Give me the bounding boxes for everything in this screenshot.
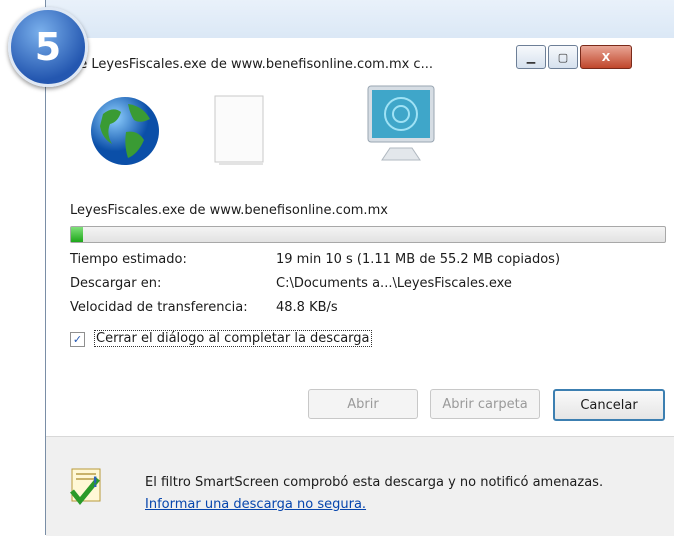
transfer-speed-value: 48.8 KB/s (276, 300, 338, 315)
monitor-icon (367, 85, 435, 161)
smartscreen-message: El filtro SmartScreen comprobó esta desc… (145, 475, 604, 490)
close-on-complete-checkbox[interactable]: ✓ (70, 332, 85, 347)
download-progress-bar (70, 226, 666, 243)
download-to-value: C:\Documents a...\LeyesFiscales.exe (276, 276, 512, 291)
close-on-complete-label[interactable]: Cerrar el diálogo al completar la descar… (94, 330, 372, 347)
report-unsafe-download-link[interactable]: Informar una descarga no segura. (145, 497, 366, 512)
title-bar[interactable] (46, 0, 674, 38)
open-button[interactable]: Abrir (308, 389, 418, 419)
svg-text:!: ! (92, 475, 98, 491)
window-title: de LeyesFiscales.exe de www.benefisonlin… (71, 57, 433, 72)
estimated-time-label: Tiempo estimado: (70, 252, 187, 267)
globe-icon (91, 97, 159, 165)
open-folder-button[interactable]: Abrir carpeta (430, 389, 540, 419)
minimize-button[interactable]: ▁ (516, 45, 546, 69)
close-button[interactable]: X (580, 45, 632, 69)
smartscreen-shield-icon: ! (70, 468, 101, 505)
progress-fill (71, 227, 83, 242)
document-icon (214, 95, 264, 165)
cancel-button[interactable]: Cancelar (553, 389, 665, 421)
maximize-button[interactable]: ▢ (548, 45, 578, 69)
download-filename: LeyesFiscales.exe de www.benefisonline.c… (70, 203, 388, 218)
transfer-speed-label: Velocidad de transferencia: (70, 300, 248, 315)
window-controls: ▁ ▢ X (516, 45, 634, 69)
smartscreen-footer: ! El filtro SmartScreen comprobó esta de… (46, 436, 674, 536)
download-to-label: Descargar en: (70, 276, 162, 291)
step-number-badge: 5 (8, 7, 88, 87)
estimated-time-value: 19 min 10 s (1.11 MB de 55.2 MB copiados… (276, 252, 561, 267)
download-dialog: de LeyesFiscales.exe de www.benefisonlin… (45, 0, 674, 536)
